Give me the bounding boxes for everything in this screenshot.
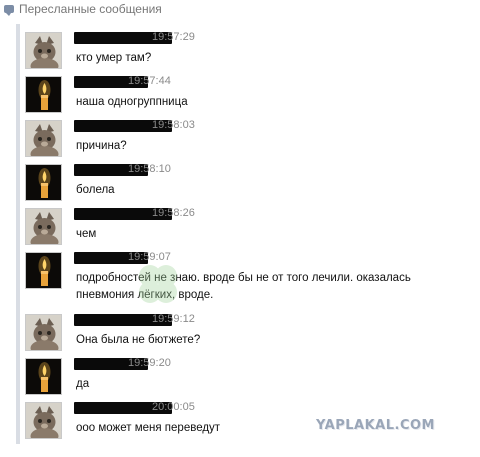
- avatar-candle[interactable]: [25, 76, 62, 113]
- message-text: ооо может меня переведут: [76, 422, 221, 434]
- message-item: 19:59:20 да: [25, 357, 475, 398]
- message-item: 19:59:12 Она была не бютжете?: [25, 313, 475, 354]
- message-item: 19:58:03 причина?: [25, 119, 475, 160]
- message-time: 20:00:05: [152, 401, 195, 413]
- cat-icon: [26, 403, 61, 438]
- avatar-cat[interactable]: [25, 120, 62, 157]
- message-text: болела: [76, 184, 115, 196]
- avatar-candle[interactable]: [25, 164, 62, 201]
- message-time: 19:59:20: [128, 357, 171, 369]
- message-time: 19:57:44: [128, 75, 171, 87]
- avatar-cat[interactable]: [25, 402, 62, 439]
- avatar-cat[interactable]: [25, 314, 62, 351]
- message-item: 19:58:10 болела: [25, 163, 475, 204]
- message-text: подробностей не знаю. вроде бы не от тог…: [76, 272, 411, 301]
- message-text: Она была не бютжете?: [76, 334, 201, 346]
- message-text: чем: [76, 228, 97, 240]
- message-text: да: [76, 378, 90, 390]
- avatar-cat[interactable]: [25, 32, 62, 69]
- message-text: наша одногруппница: [76, 96, 188, 108]
- message-item: 19:57:29 кто умер там?: [25, 31, 475, 72]
- message-time: 19:57:29: [152, 31, 195, 43]
- message-item: 19:57:44 наша одногруппница: [25, 75, 475, 116]
- cat-icon: [26, 209, 61, 244]
- candle-icon: [26, 77, 61, 112]
- candle-icon: [26, 253, 61, 288]
- message-text: кто умер там?: [76, 52, 152, 64]
- candle-icon: [26, 165, 61, 200]
- message-time: 19:58:03: [152, 119, 195, 131]
- message-item: 19:59:07 подробностей не знаю. вроде бы …: [25, 251, 475, 310]
- message-time: 19:58:10: [128, 163, 171, 175]
- clover-watermark-icon: [139, 265, 177, 303]
- avatar-cat[interactable]: [25, 208, 62, 245]
- cat-icon: [26, 121, 61, 156]
- header-title: Пересланные сообщения: [19, 2, 162, 16]
- message-item: 19:58:26 чем: [25, 207, 475, 248]
- avatar-candle[interactable]: [25, 252, 62, 289]
- cat-icon: [26, 33, 61, 68]
- candle-icon: [26, 359, 61, 394]
- thread-bar: [16, 24, 20, 444]
- speech-bubble-icon: [4, 5, 14, 16]
- message-time: 19:58:26: [152, 207, 195, 219]
- forwarded-messages-header: Пересланные сообщения: [4, 0, 480, 18]
- message-text: причина?: [76, 140, 127, 152]
- cat-icon: [26, 315, 61, 350]
- site-watermark: YAPLAKAL.COM: [316, 418, 435, 433]
- avatar-candle[interactable]: [25, 358, 62, 395]
